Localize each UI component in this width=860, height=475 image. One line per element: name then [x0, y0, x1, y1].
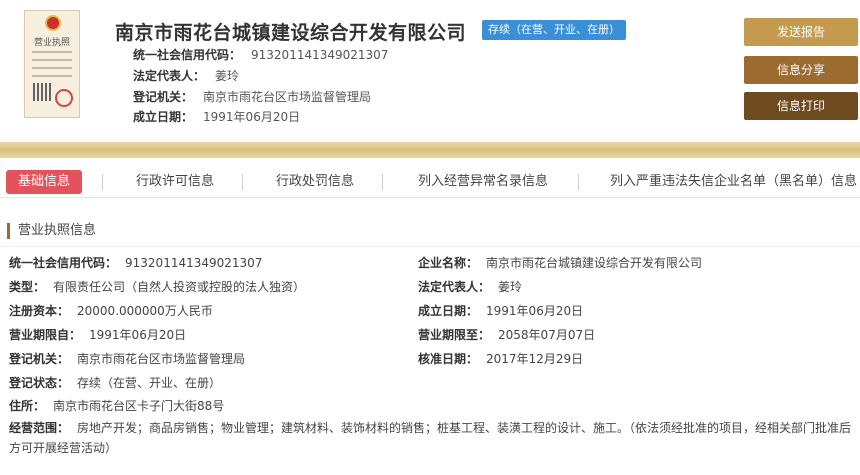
tab-admin-license[interactable]: 行政许可信息 [136, 170, 214, 194]
field-type: 类型： 有限责任公司（自然人投资或控股的法人独资） [9, 280, 306, 294]
section-title: 营业执照信息 [7, 223, 96, 239]
tab-abnormal-operation[interactable]: 列入经营异常名录信息 [418, 170, 548, 194]
field-approval-date: 核准日期： 2017年12月29日 [418, 352, 584, 366]
field-legal-rep: 法定代表人： 姜玲 [418, 280, 523, 294]
tab-admin-penalty[interactable]: 行政处罚信息 [276, 170, 354, 194]
field-term-to: 营业期限至： 2058年07月07日 [418, 328, 596, 342]
tab-basic-info[interactable]: 基础信息 [6, 170, 83, 194]
seal-stamp-icon [55, 89, 73, 107]
field-credit-code: 统一社会信用代码： 913201141349021307 [9, 256, 263, 270]
info-tabs: 基础信息 行政许可信息 行政处罚信息 列入经营异常名录信息 列入严重违法失信企业… [0, 166, 860, 198]
company-name-title: 南京市雨花台城镇建设综合开发有限公司 [115, 22, 467, 44]
field-established-date: 成立日期： 1991年06月20日 [418, 304, 584, 318]
company-header: 营业执照 南京市雨花台城镇建设综合开发有限公司 存续（在营、开业、在册） 统一社… [0, 0, 860, 142]
share-info-button[interactable]: 信息分享 [744, 56, 858, 84]
send-report-button[interactable]: 发送报告 [744, 18, 858, 46]
print-info-button[interactable]: 信息打印 [744, 92, 858, 120]
field-registration-status: 登记状态： 存续（在营、开业、在册） [9, 376, 222, 390]
header-authority-row: 登记机关： 南京市雨花台区市场监督管理局 [133, 90, 372, 104]
decorative-divider-bar [0, 142, 860, 158]
field-company-name: 企业名称： 南京市雨花台城镇建设综合开发有限公司 [418, 256, 703, 270]
field-registration-authority: 登记机关： 南京市雨花台区市场监督管理局 [9, 352, 246, 366]
header-legal-rep-row: 法定代表人： 姜玲 [133, 69, 240, 83]
qr-code-icon [33, 83, 51, 101]
field-term-from: 营业期限自： 1991年06月20日 [9, 328, 187, 342]
national-emblem-icon [45, 15, 61, 31]
status-badge: 存续（在营、开业、在册） [482, 20, 626, 40]
tab-blacklist[interactable]: 列入严重违法失信企业名单（黑名单）信息 [610, 170, 857, 194]
field-address: 住所： 南京市雨花台区卡子门大街88号 [9, 399, 225, 413]
header-established-row: 成立日期： 1991年06月20日 [133, 110, 301, 124]
field-registered-capital: 注册资本： 20000.000000万人民币 [9, 304, 213, 318]
license-thumbnail-title: 营业执照 [33, 38, 70, 48]
field-business-scope: 经营范围： 房地产开发；商品房销售；物业管理；建筑材料、装饰材料的销售；桩基工程、… [9, 421, 852, 455]
business-license-thumbnail[interactable]: 营业执照 [24, 10, 80, 118]
header-credit-code-row: 统一社会信用代码： 913201141349021307 [133, 48, 389, 62]
